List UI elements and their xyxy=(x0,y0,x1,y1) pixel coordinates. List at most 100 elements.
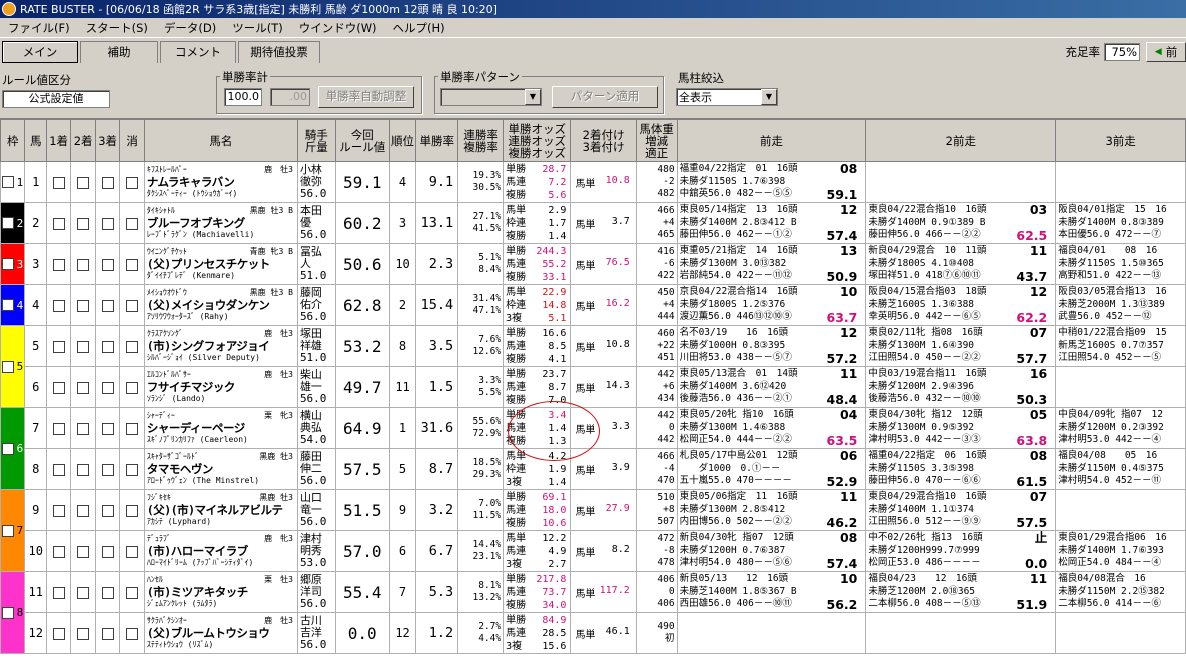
prev-race-2-cell[interactable]: 中不02/26牝 指13 16頭 未勝ダ1200H999.7⑦999 松岡正53.0… xyxy=(865,530,1057,572)
col-win-rate[interactable]: 単勝率 xyxy=(415,119,459,162)
first-checkbox[interactable] xyxy=(52,586,65,599)
second-checkbox[interactable] xyxy=(77,504,90,517)
table-row[interactable]: 1 1 ｷﾌｽﾄﾚｰﾙﾊﾟｰ鹿 牡3 ナムラキャラバン ﾀｸｼｽﾍﾟｰﾃｨｰ (ﾄｳｼｮ… xyxy=(0,161,1186,203)
win-rate[interactable]: 1.2 xyxy=(415,612,459,654)
auto-adjust-button[interactable]: 単勝率自動調整 xyxy=(318,86,414,108)
horse-name-cell[interactable]: ｷﾌｽﾄﾚｰﾙﾊﾟｰ鹿 牡3 ナムラキャラバン ﾀｸｼｽﾍﾟｰﾃｨｰ (ﾄｳｼｮｳｶ… xyxy=(143,161,298,203)
first-checkbox[interactable] xyxy=(52,504,65,517)
second-checkbox[interactable] xyxy=(77,463,90,476)
filter-select[interactable]: 全表示 ▼ xyxy=(676,88,778,106)
third-checkbox[interactable] xyxy=(101,422,114,435)
second-checkbox[interactable] xyxy=(77,217,90,230)
table-row[interactable]: 2 2 ﾀｲｷｼｬﾄﾙ 黒鹿 牡3 B ブルーフオブキング ﾚｰﾌﾞﾄﾞﾗｸﾞﾝ (Mac… xyxy=(0,202,1186,244)
scratch-checkbox[interactable] xyxy=(126,586,139,599)
prev-race-3-cell[interactable] xyxy=(1055,366,1186,408)
prev-race-2-cell[interactable]: 中良03/19混合指11 16頭 未勝ダ1200M 2.9④396 後藤浩56.0 … xyxy=(865,366,1057,408)
prev-race-cell[interactable]: 東良05/14指定 13 16頭 未勝ダ1400M 2.8③412 B 藤田伸56.… xyxy=(676,202,867,244)
second-checkbox[interactable] xyxy=(77,545,90,558)
horse-name-cell[interactable]: ｼｬｰﾃﾞｨｰ栗 牝3 シャーディーページ ｽｷﾞﾉﾌﾟﾘﾝｶﾘﾌｧ (Caerle… xyxy=(143,407,298,449)
win-rate[interactable]: 1.5 xyxy=(415,366,459,408)
prev-race-cell[interactable]: 福重04/22指定 01 16頭 未勝ダ1150S 1.7⑥398 中舘英56.0 … xyxy=(676,161,867,203)
prev-race-2-cell[interactable]: 福重04/22指定 06 16頭 未勝ダ1150S 3.3⑤398 藤田伸56.0 … xyxy=(865,448,1057,490)
prev-race-cell[interactable]: 京良04/22混合指14 16頭 未勝ダ1800S 1.2⑤376 渡辺薫56.0 … xyxy=(676,284,867,326)
scratch-checkbox[interactable] xyxy=(126,504,139,517)
first-checkbox[interactable] xyxy=(52,545,65,558)
tab-comment[interactable]: コメント xyxy=(160,41,236,63)
prev-race-2-cell[interactable] xyxy=(865,161,1057,203)
col-prev-race-3[interactable]: 3前走 xyxy=(1055,119,1186,162)
scratch-checkbox[interactable] xyxy=(126,545,139,558)
col-jockey[interactable]: 騎手 斤量 xyxy=(296,119,336,162)
table-row[interactable]: 5 5 ｸﾗｽｱｸｿﾝｸﾞ鹿 牡3 (市)シングフォアジョイ ｼﾙﾊﾞｰｼﾞｮｲ (Si… xyxy=(0,325,1186,408)
col-rule-value[interactable]: 今回 ルール値 xyxy=(334,119,390,162)
table-row[interactable]: 7 9 ﾌｼﾞｷｾｷ 黒鹿 牡3 (父)(市)マイネルアビルテ ｱｶｼﾃ (Lyphard… xyxy=(0,489,1186,572)
table-row[interactable]: 10 ﾃﾞｭﾗﾌﾞ鹿 牝3 (市)ハローマイラブ ﾊﾛｰﾏｲﾄﾞﾘｰﾑ (ｱｯﾌﾟﾊﾞ… xyxy=(1,530,1186,572)
waku-checkbox[interactable] xyxy=(2,299,15,311)
scratch-checkbox[interactable] xyxy=(126,627,139,640)
prev-race-3-cell[interactable]: 福良04/08混合 16 未勝ダ1150M 2.2⑮382 二本柳56.0 414－… xyxy=(1055,571,1186,613)
horse-name-cell[interactable]: ﾀｲｷｼｬﾄﾙ 黒鹿 牡3 B ブルーフオブキング ﾚｰﾌﾞﾄﾞﾗｸﾞﾝ (Machi… xyxy=(143,202,298,244)
win-rate[interactable]: 3.2 xyxy=(415,489,459,531)
col-body-weight[interactable]: 馬体重 増減 適正 xyxy=(635,119,678,162)
third-checkbox[interactable] xyxy=(101,586,114,599)
win-rate[interactable]: 6.7 xyxy=(415,530,459,572)
third-checkbox[interactable] xyxy=(101,381,114,394)
menu-help[interactable]: ヘルプ(H) xyxy=(385,20,453,36)
prev-race-2-cell[interactable]: 福良04/23 12 16頭 未勝芝1200M 2.0⑱365 二本柳56.0 40… xyxy=(865,571,1057,613)
waku-checkbox[interactable] xyxy=(2,442,15,455)
col-1st[interactable]: 1着 xyxy=(45,119,72,162)
win-rate-input[interactable]: 100.0 xyxy=(224,88,262,106)
scratch-checkbox[interactable] xyxy=(126,176,139,189)
col-3rd[interactable]: 3着 xyxy=(94,119,121,162)
scratch-checkbox[interactable] xyxy=(126,299,139,312)
prev-race-cell[interactable]: 東重05/21指定 14 16頭 未勝ダ1300M 3.0⑬382 岩部純54.0 … xyxy=(676,243,867,285)
win-rate[interactable]: 2.3 xyxy=(415,243,459,285)
col-horse-no[interactable]: 馬 xyxy=(24,119,47,162)
first-checkbox[interactable] xyxy=(52,176,65,189)
scratch-checkbox[interactable] xyxy=(126,340,139,353)
prev-race-2-cell[interactable]: 新良04/29混合 10 11頭 未勝ダ1800S 4.1⑩408 塚田祥51.0 … xyxy=(865,243,1057,285)
horse-name-cell[interactable]: ﾒｲｼｮｳｵｳﾄﾞｳ 黒鹿 牡3 B (父)メイショウダンケン ｱｿﾘｳﾜｳｫｰﾀｰｽ… xyxy=(143,284,298,326)
col-prev-race[interactable]: 前走 xyxy=(676,119,867,162)
col-2nd[interactable]: 2着 xyxy=(70,119,96,162)
first-checkbox[interactable] xyxy=(52,422,65,435)
table-row[interactable]: 8 ｽｷｬﾀｰｻﾞｺﾞｰﾙﾄﾞ 黒鹿 牡3 タマモヘヴン ｱﾛｰﾄﾞｩｳﾞｪﾝ (The… xyxy=(1,448,1186,490)
second-checkbox[interactable] xyxy=(77,340,90,353)
col-scratch[interactable]: 消 xyxy=(119,119,145,162)
waku-checkbox[interactable] xyxy=(2,360,15,373)
second-checkbox[interactable] xyxy=(77,299,90,312)
col-place-bet[interactable]: 2着付け 3着付け xyxy=(570,119,637,162)
prev-race-2-cell[interactable]: 東良04/29混合指10 16頭 未勝ダ1400M 1.1①374 江田照56.0 … xyxy=(865,489,1057,531)
third-checkbox[interactable] xyxy=(101,176,114,189)
second-checkbox[interactable] xyxy=(77,422,90,435)
prev-race-3-cell[interactable]: 中稍01/22混合指09 15 新馬芝1600S 0.7⑦357 江田照54.0 4… xyxy=(1055,325,1186,367)
prev-race-3-cell[interactable]: 阪良03/05混合指13 16 未勝芝2000M 1.3⑬389 武豊56.0 45… xyxy=(1055,284,1186,326)
prev-race-3-cell[interactable]: 中良04/09牝 指07 12 未勝ダ1200M 0.2③392 津村明53.0 4… xyxy=(1055,407,1186,449)
second-checkbox[interactable] xyxy=(77,176,90,189)
win-rate[interactable]: 5.3 xyxy=(415,571,459,613)
third-checkbox[interactable] xyxy=(101,258,114,271)
first-checkbox[interactable] xyxy=(52,299,65,312)
prev-race-cell[interactable]: 東良05/20牝 指10 16頭 未勝ダ1300M 1.4⑥388 松岡正54.0 … xyxy=(676,407,867,449)
second-checkbox[interactable] xyxy=(77,258,90,271)
prev-race-cell[interactable]: 新良04/30牝 指07 12頭 未勝ダ1200H 0.7⑥387 津村明54.0 … xyxy=(676,530,867,572)
prev-race-2-cell[interactable]: 東良02/11牝 指08 16頭 未勝ダ1300M 1.6④390 江田照54.0 … xyxy=(865,325,1057,367)
col-waku[interactable]: 枠 xyxy=(0,119,26,162)
win-rate[interactable]: 9.1 xyxy=(415,161,459,203)
win-rate[interactable]: 13.1 xyxy=(415,202,459,244)
table-row[interactable]: 12 ｻｸﾗﾊﾞｸｼﾝｵｰ鹿 牡3 (父)ブルームトウショウ ｽﾃﾃｨﾄｳｼｮｳ (ﾘ… xyxy=(1,612,1186,654)
prev-race-2-cell[interactable] xyxy=(865,612,1057,654)
prev-race-cell[interactable]: 名不03/19 16 16頭 未勝ダ1000H 0.8③395 川田将53.0 43… xyxy=(676,325,867,367)
horse-name-cell[interactable]: ﾃﾞｭﾗﾌﾞ鹿 牝3 (市)ハローマイラブ ﾊﾛｰﾏｲﾄﾞﾘｰﾑ (ｱｯﾌﾟﾊﾞｰｼ… xyxy=(143,530,298,572)
third-checkbox[interactable] xyxy=(101,299,114,312)
prev-race-cell[interactable]: 東良05/06指定 11 16頭 未勝ダ1300M 2.8⑤412 内田博56.0 … xyxy=(676,489,867,531)
scratch-checkbox[interactable] xyxy=(126,463,139,476)
waku-checkbox[interactable] xyxy=(2,258,15,270)
first-checkbox[interactable] xyxy=(52,627,65,640)
horse-name-cell[interactable]: ﾌｼﾞｷｾｷ 黒鹿 牡3 (父)(市)マイネルアビルテ ｱｶｼﾃ (Lyphard) xyxy=(143,489,298,531)
waku-checkbox[interactable] xyxy=(2,176,15,188)
horse-name-cell[interactable]: ｽｷｬﾀｰｻﾞｺﾞｰﾙﾄﾞ 黒鹿 牡3 タマモヘヴン ｱﾛｰﾄﾞｩｳﾞｪﾝ (The … xyxy=(143,448,298,490)
col-place-rate[interactable]: 連勝率 複勝率 xyxy=(457,119,505,162)
horse-name-cell[interactable]: ｳｲﾆﾝｸﾞﾁｹｯﾄ 青鹿 牝3 B (父)プリンセスチケット ﾀﾞｲｲﾁﾌﾟﾚﾃﾞ … xyxy=(143,243,298,285)
waku-checkbox[interactable] xyxy=(2,606,15,619)
